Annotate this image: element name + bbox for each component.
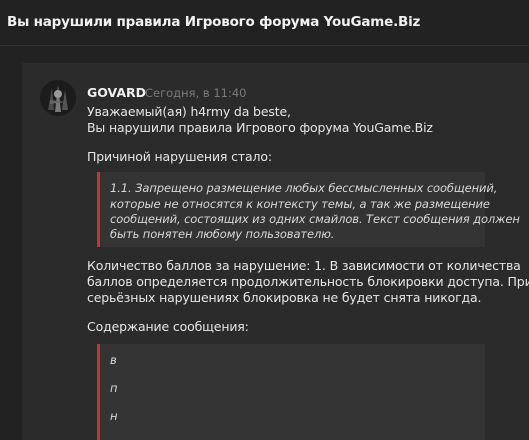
- rule-quote-line: быть понятен любому пользователю.: [110, 227, 335, 241]
- greeting-text: Уважаемый(ая) h4rmy da beste,: [87, 104, 291, 119]
- rule-quote-line: сообщений, состоящих из одних смайлов. Т…: [110, 212, 520, 226]
- message-author[interactable]: GOVARD: [87, 85, 146, 100]
- rule-quote-line: которые не относятся к контексту темы, а…: [110, 197, 490, 211]
- content-quote-line: п: [110, 381, 118, 395]
- points-text: баллов определяется продолжительность бл…: [87, 274, 529, 289]
- rule-quote: 1.1. Запрещено размещение любых бессмысл…: [97, 172, 520, 247]
- reason-label: Причиной нарушения стало:: [87, 149, 272, 164]
- avatar[interactable]: [40, 80, 76, 116]
- message-timestamp[interactable]: Сегодня, в 11:40: [145, 86, 246, 100]
- content-label: Содержание сообщения:: [87, 319, 249, 334]
- points-text: Количество баллов за нарушение: 1. В зав…: [87, 258, 521, 273]
- conversation-header: Вы нарушили правила Игрового форума YouG…: [0, 0, 529, 46]
- conversation-title: Вы нарушили правила Игрового форума YouG…: [7, 14, 421, 30]
- content-quote-line: в: [110, 353, 117, 367]
- content-quote-line: н: [110, 409, 118, 423]
- rule-quote-line: 1.1. Запрещено размещение любых бессмысл…: [110, 181, 498, 195]
- notice-text: Вы нарушили правила Игрового форума YouG…: [87, 120, 433, 135]
- content-quote: в п н: [97, 344, 485, 440]
- points-text: серьёзных нарушениях блокировка не будет…: [87, 290, 482, 305]
